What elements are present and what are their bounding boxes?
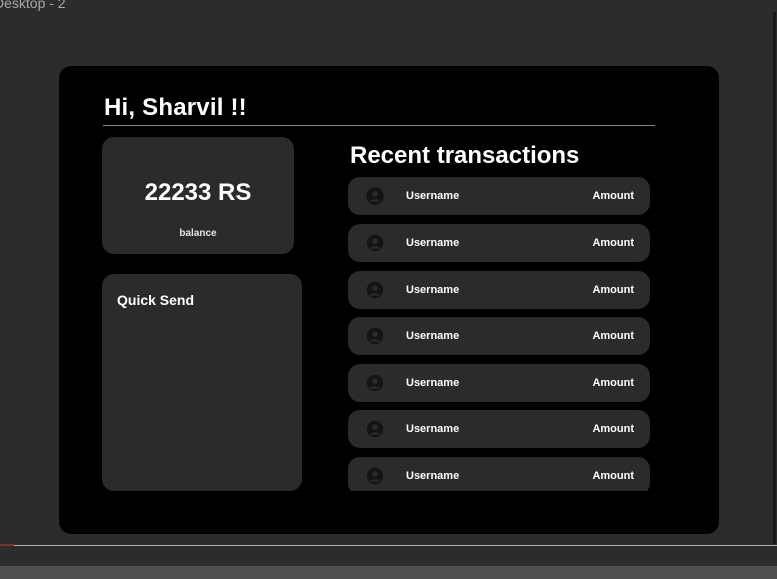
greeting-title: Hi, Sharvil !! [104, 94, 247, 121]
desktop-frame: Hi, Sharvil !! 22233 RS balance Quick Se… [0, 12, 776, 544]
transaction-amount: Amount [592, 190, 634, 202]
transaction-amount: Amount [592, 377, 634, 389]
transaction-username: Username [406, 423, 460, 435]
user-avatar-icon [366, 327, 384, 345]
canvas-footer-band [0, 566, 777, 579]
transaction-row[interactable]: Username Amount [348, 224, 650, 262]
transaction-list[interactable]: Username Amount Username Amount Username… [348, 177, 650, 491]
user-avatar-icon [366, 187, 384, 205]
user-avatar-icon [366, 420, 384, 438]
transaction-amount: Amount [592, 284, 634, 296]
user-avatar-icon [366, 467, 384, 485]
balance-amount: 22233 RS [144, 179, 252, 206]
transaction-row[interactable]: Username Amount [348, 177, 650, 215]
transaction-amount: Amount [592, 423, 634, 435]
transaction-row[interactable]: Username Amount [348, 317, 650, 355]
transaction-amount: Amount [592, 237, 634, 249]
quick-send-card[interactable]: Quick Send [102, 274, 302, 491]
transaction-row[interactable]: Username Amount [348, 410, 650, 448]
user-avatar-icon [366, 234, 384, 252]
frame-label: Desktop - 2 [0, 0, 66, 11]
quick-send-title: Quick Send [117, 292, 195, 308]
recent-transactions-title: Recent transactions [350, 142, 580, 169]
balance-label: balance [179, 228, 217, 239]
transaction-username: Username [406, 284, 460, 296]
transaction-username: Username [406, 470, 460, 482]
transaction-username: Username [406, 377, 460, 389]
user-avatar-icon [366, 281, 384, 299]
canvas-bottom-strip [0, 546, 777, 566]
transaction-username: Username [406, 190, 460, 202]
balance-card: 22233 RS balance [102, 137, 294, 254]
transaction-row[interactable]: Username Amount [348, 364, 650, 402]
transaction-username: Username [406, 237, 460, 249]
transaction-amount: Amount [592, 470, 634, 482]
dashboard-panel: Hi, Sharvil !! 22233 RS balance Quick Se… [59, 66, 719, 534]
transaction-username: Username [406, 330, 460, 342]
header-divider [103, 125, 655, 126]
transaction-amount: Amount [592, 330, 634, 342]
transaction-row[interactable]: Username Amount [348, 457, 650, 491]
transaction-row[interactable]: Username Amount [348, 271, 650, 309]
user-avatar-icon [366, 374, 384, 392]
